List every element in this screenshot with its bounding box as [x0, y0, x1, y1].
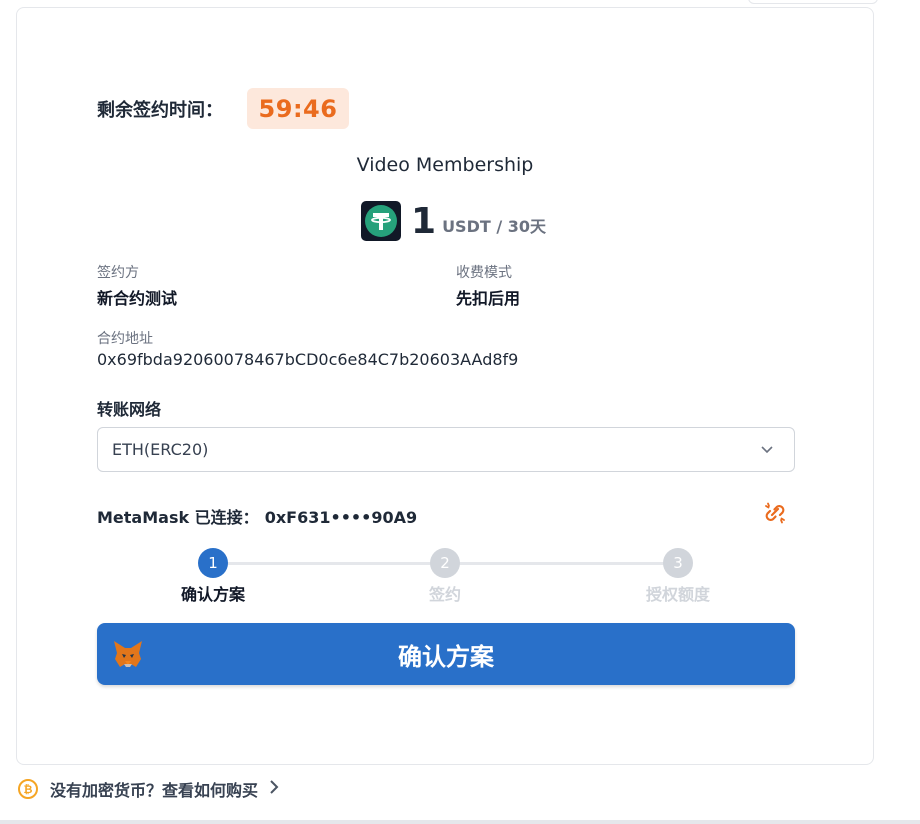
bitcoin-coin-icon: ₿: [18, 779, 38, 799]
usdt-icon: [361, 201, 401, 241]
chevron-down-icon: [760, 441, 774, 460]
top-edge-tab: [748, 0, 878, 4]
step-1-indicator: 1: [198, 548, 228, 578]
billing-value: 先扣后用: [456, 289, 521, 308]
buy-crypto-help-text: 没有加密货币？查看如何购买: [50, 781, 259, 800]
wallet-label: MetaMask 已连接：: [97, 508, 259, 527]
buy-crypto-help-link[interactable]: ₿ 没有加密货币？查看如何购买: [18, 777, 280, 801]
contract-label: 合约地址: [97, 331, 153, 347]
step-1-label: 确认方案: [180, 585, 245, 604]
wallet-address: 0xF631••••90A9: [264, 508, 418, 527]
confirm-plan-label: 确认方案: [398, 642, 494, 671]
signer-value: 新合约测试: [97, 289, 178, 308]
step-3-label: 授权额度: [645, 585, 710, 604]
network-select[interactable]: ETH(ERC20): [97, 427, 795, 472]
contract-address: 0x69fbda92060078467bCD0c6e84C7b20603AAd8…: [97, 350, 519, 369]
signer-label: 签约方: [97, 265, 139, 281]
step-2-indicator: 2: [430, 548, 460, 578]
timer-label: 剩余签约时间：: [97, 100, 223, 121]
product-name: Video Membership: [356, 154, 534, 176]
metamask-fox-icon: [111, 637, 145, 671]
price-unit: USDT / 30天: [442, 217, 547, 236]
network-label: 转账网络: [97, 400, 162, 419]
network-selected-value: ETH(ERC20): [112, 440, 209, 459]
step-3-indicator: 3: [663, 548, 693, 578]
wallet-status: MetaMask 已连接： 0xF631••••90A9: [97, 504, 417, 528]
price-row: 1 USDT / 30天: [361, 199, 546, 241]
disconnect-link-icon[interactable]: [760, 498, 790, 528]
step-2-label: 签约: [428, 585, 461, 604]
chevron-right-icon: [268, 779, 280, 799]
price-amount: 1: [411, 201, 437, 242]
countdown-timer: 59:46: [247, 88, 349, 129]
confirm-plan-button[interactable]: 确认方案: [97, 623, 795, 685]
bottom-divider: [0, 820, 920, 824]
billing-label: 收费模式: [456, 265, 512, 281]
